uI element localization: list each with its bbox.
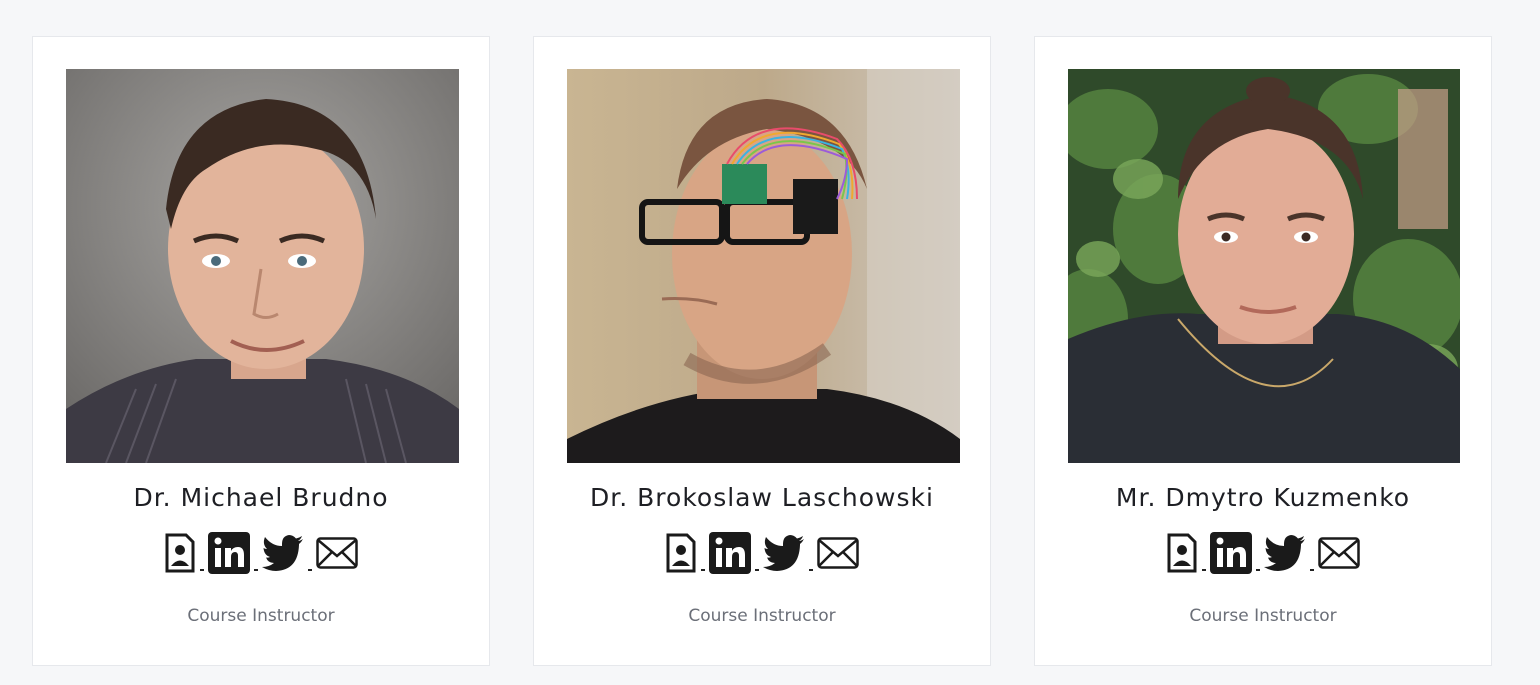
separator	[1310, 569, 1314, 571]
instructor-card: Mr. Dmytro Kuzmenko Course Instructor	[1034, 36, 1492, 666]
separator	[1202, 569, 1206, 571]
twitter-icon[interactable]	[262, 535, 304, 571]
separator	[701, 569, 705, 571]
email-icon[interactable]	[817, 537, 859, 569]
twitter-icon[interactable]	[1264, 535, 1306, 571]
profile-icon[interactable]	[665, 533, 697, 573]
separator	[200, 569, 204, 571]
separator	[254, 569, 258, 571]
instructor-card: Dr. Brokoslaw Laschowski Course Instruct…	[533, 36, 991, 666]
portrait-image	[567, 69, 960, 463]
profile-icon[interactable]	[1166, 533, 1198, 573]
social-links	[33, 531, 489, 575]
separator	[755, 569, 759, 571]
instructor-role: Course Instructor	[1189, 606, 1337, 626]
email-icon[interactable]	[1318, 537, 1360, 569]
social-links	[534, 531, 990, 575]
instructor-role: Course Instructor	[187, 606, 335, 626]
linkedin-icon[interactable]	[709, 532, 751, 574]
portrait-image	[66, 69, 459, 463]
separator	[308, 569, 312, 571]
social-links	[1035, 531, 1491, 575]
instructor-cards: Dr. Michael Brudno Course Instructor Dr.…	[0, 0, 1540, 685]
instructor-name: Mr. Dmytro Kuzmenko	[1115, 483, 1411, 512]
instructor-name: Dr. Michael Brudno	[133, 483, 389, 512]
separator	[1256, 569, 1260, 571]
instructor-role: Course Instructor	[688, 606, 836, 626]
twitter-icon[interactable]	[763, 535, 805, 571]
separator	[809, 569, 813, 571]
linkedin-icon[interactable]	[1210, 532, 1252, 574]
instructor-photo	[567, 69, 960, 463]
instructor-card: Dr. Michael Brudno Course Instructor	[32, 36, 490, 666]
email-icon[interactable]	[316, 537, 358, 569]
linkedin-icon[interactable]	[208, 532, 250, 574]
profile-icon[interactable]	[164, 533, 196, 573]
instructor-photo	[1068, 69, 1460, 463]
instructor-photo	[66, 69, 459, 463]
instructor-name: Dr. Brokoslaw Laschowski	[590, 483, 934, 512]
portrait-image	[1068, 69, 1460, 463]
